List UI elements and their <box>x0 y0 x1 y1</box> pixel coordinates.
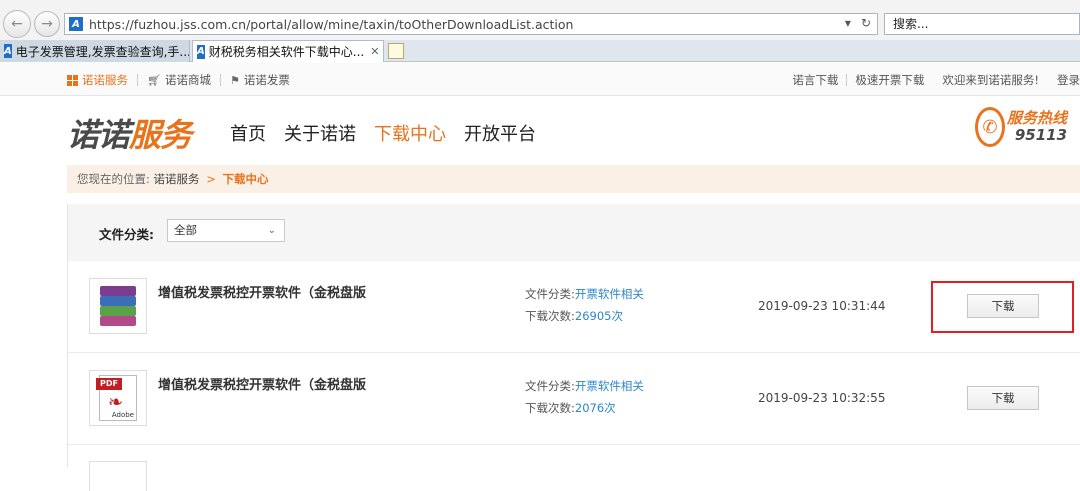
download-button[interactable]: 下载 <box>967 386 1039 410</box>
nav-item-home[interactable]: 首页 <box>230 120 266 146</box>
cart-icon: 🛒︎ <box>147 73 161 87</box>
site-topbar: 诺诺服务 🛒︎ 诺诺商城 ⚑ 诺诺发票 诺言下载 极速开票下载 欢迎来到诺诺服务… <box>0 63 1080 96</box>
file-row: PDF ❧ Adobe 增值税发票税控开票软件（金税盘版 文件分类:开票软件相关… <box>68 353 1080 445</box>
back-button[interactable]: ← <box>3 10 31 38</box>
file-row <box>68 445 1080 491</box>
url-field[interactable]: A https://fuzhou.jss.com.cn/portal/allow… <box>64 13 878 35</box>
download-count: 26905次 <box>574 309 623 323</box>
tab-favicon-icon: A <box>4 44 12 58</box>
breadcrumb-current: 下载中心 <box>222 172 269 186</box>
nav-item-about[interactable]: 关于诺诺 <box>284 120 356 146</box>
file-thumbnail <box>89 461 147 491</box>
file-date: 2019-09-23 10:32:55 <box>758 391 886 405</box>
category-label: 文件分类: <box>525 287 575 301</box>
topbar-link-service[interactable]: 诺诺服务 <box>67 72 128 88</box>
site-header: 诺诺服务 首页 关于诺诺 下载中心 开放平台 ✆ 服务热线 95113 <box>0 97 1080 163</box>
back-arrow-icon: ← <box>11 16 23 32</box>
hotline-number: 95113 <box>1014 126 1068 144</box>
file-title[interactable]: 增值税发票税控开票软件（金税盘版 <box>158 282 366 301</box>
download-button[interactable]: 下载 <box>967 294 1039 318</box>
url-text: https://fuzhou.jss.com.cn/portal/allow/m… <box>89 16 574 32</box>
browser-tab-1[interactable]: A 电子发票管理,发票查验查询,手... <box>0 40 190 62</box>
dropdown-icon[interactable]: ▾ <box>845 16 851 30</box>
filter-row: 文件分类: 全部 ⌄ <box>68 204 1080 261</box>
chevron-down-icon: ⌄ <box>267 225 276 236</box>
downloads-label: 下载次数: <box>525 401 575 415</box>
filter-label: 文件分类: <box>99 227 154 242</box>
breadcrumb-home[interactable]: 诺诺服务 <box>154 172 200 186</box>
forward-arrow-icon: → <box>41 16 53 32</box>
logo-text-part2: 服务 <box>129 116 192 154</box>
divider <box>846 74 848 86</box>
topbar-link-label: 诺诺商城 <box>164 73 211 87</box>
flag-icon: ⚑ <box>229 73 240 87</box>
close-icon[interactable]: ✕ <box>370 45 379 58</box>
rar-archive-icon <box>89 278 147 334</box>
browser-tab-strip: A 电子发票管理,发票查验查询,手... A 财税税务相关软件下载中心... ✕ <box>0 40 1080 62</box>
nav-item-download-center[interactable]: 下载中心 <box>374 120 446 146</box>
topbar-link-invoice[interactable]: ⚑ 诺诺发票 <box>230 72 290 88</box>
file-category-select[interactable]: 全部 ⌄ <box>167 219 285 242</box>
nav-item-open-platform[interactable]: 开放平台 <box>464 120 536 146</box>
breadcrumb-prefix: 您现在的位置: <box>77 172 150 186</box>
phone-icon: ✆ <box>975 107 1005 147</box>
download-content: 文件分类: 全部 ⌄ 增值税发票税控开票软件（金税盘版 文件分类:开票软件相关 … <box>67 204 1080 491</box>
download-count: 2076次 <box>574 401 616 415</box>
divider <box>137 74 138 86</box>
file-row: 增值税发票税控开票软件（金税盘版 文件分类:开票软件相关 下载次数:26905次… <box>68 261 1080 353</box>
browser-search-input[interactable]: 搜索... <box>884 13 1080 35</box>
topbar-link-nuoyan-download[interactable]: 诺言下载 <box>792 72 838 88</box>
hotline-title: 服务热线 <box>1007 109 1068 127</box>
breadcrumb-separator: > <box>206 172 216 186</box>
topbar-link-label: 诺诺服务 <box>82 73 128 87</box>
main-nav: 首页 关于诺诺 下载中心 开放平台 <box>230 120 536 146</box>
file-meta: 文件分类:开票软件相关 下载次数:26905次 <box>525 283 644 327</box>
new-tab-button[interactable] <box>388 43 404 59</box>
divider <box>219 74 221 86</box>
category-link[interactable]: 开票软件相关 <box>575 287 644 301</box>
forward-button[interactable]: → <box>34 11 60 37</box>
file-date: 2019-09-23 10:31:44 <box>758 299 886 313</box>
tab-label: 财税税务相关软件下载中心... <box>208 45 365 59</box>
category-label: 文件分类: <box>525 379 575 393</box>
topbar-link-label: 诺诺发票 <box>243 73 290 87</box>
file-title[interactable]: 增值税发票税控开票软件（金税盘版 <box>158 374 366 393</box>
site-favicon-icon: A <box>69 17 83 31</box>
category-link[interactable]: 开票软件相关 <box>575 379 644 393</box>
welcome-text: 欢迎来到诺诺服务! <box>942 73 1039 87</box>
file-meta: 文件分类:开票软件相关 下载次数:2076次 <box>525 375 644 419</box>
grid-icon <box>67 74 78 86</box>
topbar-link-mall[interactable]: 🛒︎ 诺诺商城 <box>147 72 211 88</box>
topbar-link-fast-invoice-download[interactable]: 极速开票下载 <box>855 72 924 88</box>
downloads-label: 下载次数: <box>525 309 575 323</box>
file-list: 增值税发票税控开票软件（金税盘版 文件分类:开票软件相关 下载次数:26905次… <box>68 261 1080 491</box>
logo-text-part1: 诺诺 <box>67 116 130 154</box>
browser-tab-2[interactable]: A 财税税务相关软件下载中心... ✕ <box>192 40 384 62</box>
refresh-icon[interactable]: ↻ <box>861 16 871 30</box>
breadcrumb: 您现在的位置: 诺诺服务 > 下载中心 <box>67 165 1080 193</box>
filter-selected-value: 全部 <box>174 223 197 237</box>
service-hotline: ✆ 服务热线 95113 <box>975 107 1067 147</box>
tab-label: 电子发票管理,发票查验查询,手... <box>15 44 190 59</box>
browser-address-bar: ← → A https://fuzhou.jss.com.cn/portal/a… <box>0 0 1080 44</box>
login-link[interactable]: 登录 <box>1057 72 1080 88</box>
pdf-file-icon: PDF ❧ Adobe <box>89 370 147 426</box>
site-logo[interactable]: 诺诺服务 <box>67 110 192 156</box>
tab-favicon-icon: A <box>197 44 205 59</box>
